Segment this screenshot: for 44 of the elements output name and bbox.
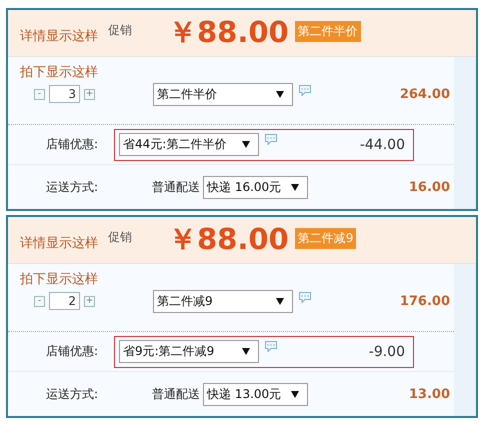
row-label: 店铺优惠: xyxy=(45,343,100,360)
increment-button[interactable]: + xyxy=(84,296,95,306)
shipping-method: 普通配送 xyxy=(152,386,200,402)
dropdown[interactable]: 快递 13.00元 xyxy=(203,382,308,406)
section-label: 详情显示这样 xyxy=(20,28,99,45)
discount-amount: -9.00 xyxy=(368,344,405,360)
shipping-cost: 13.00 xyxy=(408,386,450,402)
dropdown[interactable]: 快递 16.00元 xyxy=(203,176,308,198)
subtotal: 264.00 xyxy=(400,86,450,102)
caret-icon xyxy=(242,141,250,148)
subtotal: 176.00 xyxy=(400,294,450,308)
promo-tag: 第二件减9 xyxy=(294,228,356,248)
price: ￥88.00 xyxy=(168,221,289,258)
decrement-button[interactable]: - xyxy=(34,88,45,100)
speech-bubble-icon[interactable] xyxy=(299,292,311,303)
caret-icon xyxy=(242,348,250,355)
dropdown[interactable]: 第二件减9 xyxy=(153,290,293,312)
shipping-cost: 16.00 xyxy=(408,180,450,194)
decrement-button[interactable]: - xyxy=(34,296,45,306)
increment-button[interactable]: + xyxy=(84,88,95,100)
caret-icon xyxy=(276,298,284,304)
dropdown[interactable]: 第二件半价 xyxy=(153,82,293,106)
promo-tag: 第二件半价 xyxy=(294,20,361,42)
speech-bubble-icon[interactable] xyxy=(265,340,277,352)
price: ￥88.00 xyxy=(168,14,289,51)
discount-amount: -44.00 xyxy=(360,136,405,152)
caret-icon xyxy=(291,184,299,190)
row-label: 运送方式: xyxy=(45,178,100,196)
section-label: 详情显示这样 xyxy=(20,235,99,252)
speech-bubble-icon[interactable] xyxy=(265,134,277,144)
shipping-method: 普通配送 xyxy=(152,178,200,196)
section-label: 拍下显示这样 xyxy=(19,64,99,81)
section-label: 拍下显示这样 xyxy=(19,271,99,288)
quantity-field[interactable]: 2 xyxy=(49,292,80,310)
promo-label: 促销 xyxy=(108,22,133,39)
dropdown[interactable]: 省44元:第二件半价 xyxy=(119,133,259,156)
row-label: 运送方式: xyxy=(45,386,100,402)
quantity-field[interactable]: 3 xyxy=(49,85,80,103)
promo-label: 促销 xyxy=(108,229,133,246)
caret-icon xyxy=(291,390,299,398)
caret-icon xyxy=(276,90,284,98)
row-label: 店铺优惠: xyxy=(45,136,100,153)
dropdown[interactable]: 省9元:第二件减9 xyxy=(119,340,259,363)
speech-bubble-icon[interactable] xyxy=(299,85,311,96)
